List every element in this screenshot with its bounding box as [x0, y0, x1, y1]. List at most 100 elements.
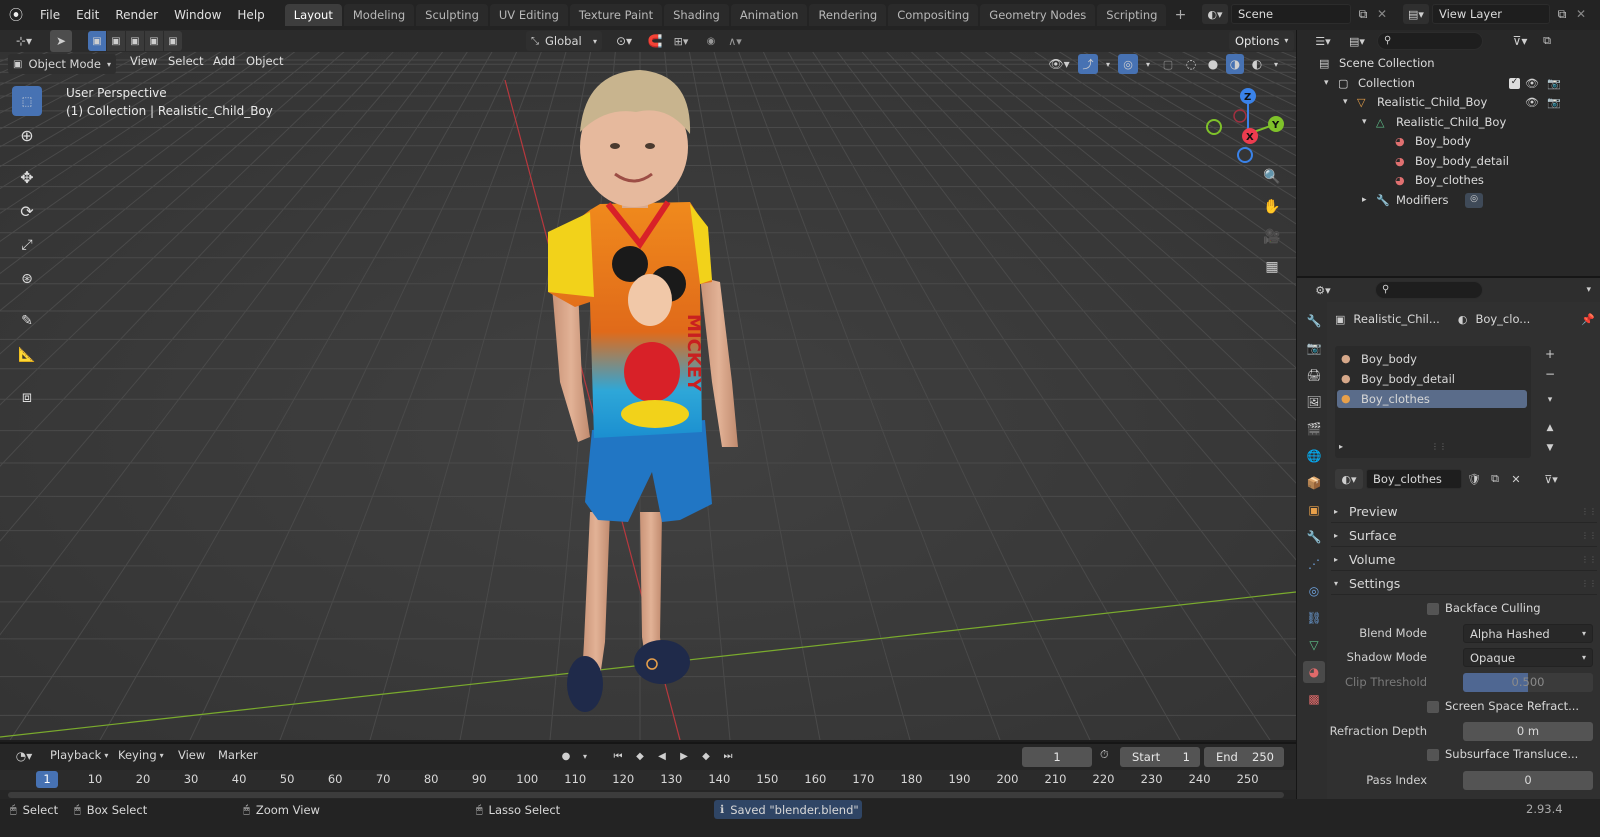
- rotate-tool-icon[interactable]: ⟳: [12, 196, 42, 226]
- panel-volume[interactable]: ▸ Volume ⋮⋮: [1331, 549, 1597, 571]
- visibility-eye-icon[interactable]: 👁: [1525, 93, 1539, 113]
- scene-tab-icon[interactable]: 🎬: [1303, 418, 1325, 440]
- outliner-row[interactable]: ◕ Boy_body_detail: [1297, 152, 1600, 172]
- play-icon[interactable]: ▶: [674, 746, 694, 766]
- overlay-toggle-icon[interactable]: ◎: [1118, 54, 1138, 74]
- backface-culling-checkbox[interactable]: [1427, 603, 1439, 615]
- outliner-search-input[interactable]: ⚲: [1377, 32, 1483, 50]
- zoom-icon[interactable]: 🔍: [1260, 166, 1284, 188]
- add-slot-icon[interactable]: +: [1541, 346, 1559, 362]
- outliner-row[interactable]: ▤ Scene Collection: [1297, 54, 1600, 74]
- panel-preview[interactable]: ▸ Preview ⋮⋮: [1331, 501, 1597, 523]
- select-box-tool-icon[interactable]: ⬚: [12, 86, 42, 116]
- snap-icon[interactable]: 🧲: [644, 31, 666, 51]
- viewport-menu-select[interactable]: Select: [160, 49, 211, 73]
- render-camera-icon[interactable]: 📷: [1547, 74, 1561, 94]
- view-layer-icon[interactable]: ▤▾: [1403, 4, 1429, 24]
- add-workspace-icon[interactable]: +: [1170, 7, 1190, 23]
- display-mode-icon[interactable]: ▤▾: [1343, 35, 1371, 48]
- render-camera-icon[interactable]: 📷: [1547, 93, 1561, 113]
- select-intersect-icon[interactable]: ▣: [164, 31, 182, 51]
- move-slot-up-icon[interactable]: ▲: [1541, 420, 1559, 436]
- panel-drag-handle-icon[interactable]: ⋮⋮: [1581, 573, 1597, 594]
- subsurface-translucency-checkbox[interactable]: [1427, 749, 1439, 761]
- panel-settings[interactable]: ▾ Settings ⋮⋮: [1331, 573, 1597, 595]
- modifier-tab-icon[interactable]: 🔧: [1303, 526, 1325, 548]
- timeline-editor-icon[interactable]: ◔▾: [8, 746, 40, 766]
- material-shading-icon[interactable]: ◑: [1226, 54, 1244, 74]
- disclosure-arrow-icon[interactable]: ▾: [1324, 74, 1329, 94]
- workspace-tab-sculpting[interactable]: Sculpting: [416, 4, 488, 26]
- gizmo-dropdown-icon[interactable]: ▾: [1102, 60, 1114, 69]
- outliner-row[interactable]: ◕ Boy_clothes: [1297, 171, 1600, 191]
- list-resize-grip-icon[interactable]: ⋮⋮: [1431, 442, 1447, 451]
- browse-material-icon[interactable]: ◐▾: [1335, 469, 1363, 489]
- node-link-icon[interactable]: ⊽▾: [1538, 469, 1564, 489]
- move-tool-icon[interactable]: ✥: [12, 162, 42, 192]
- status-message[interactable]: ℹ Saved "blender.blend": [714, 800, 862, 819]
- pivot-point-icon[interactable]: ⊙▾: [608, 31, 640, 51]
- solid-shading-icon[interactable]: ●: [1204, 54, 1222, 74]
- exclude-checkbox[interactable]: ✓: [1509, 77, 1520, 89]
- scene-field[interactable]: Scene: [1231, 4, 1351, 24]
- perspective-toggle-icon[interactable]: ▦: [1260, 256, 1284, 278]
- new-view-layer-icon[interactable]: ⧉: [1553, 7, 1571, 22]
- record-icon[interactable]: ●: [556, 746, 576, 766]
- menu-edit[interactable]: Edit: [68, 0, 107, 30]
- clip-threshold-slider[interactable]: 0.500: [1463, 673, 1593, 692]
- jump-keyframe-forward-icon[interactable]: ◆: [696, 746, 716, 766]
- shadow-mode-dropdown[interactable]: Opaque ▾: [1463, 648, 1593, 667]
- end-frame-field[interactable]: End 250: [1204, 747, 1284, 767]
- output-tab-icon[interactable]: 🖨: [1303, 364, 1325, 386]
- add-cube-tool-icon[interactable]: ⧈: [12, 382, 42, 412]
- menu-file[interactable]: File: [32, 0, 68, 30]
- properties-editor-icon[interactable]: ⚙▾: [1309, 284, 1337, 297]
- menu-help[interactable]: Help: [229, 0, 272, 30]
- unlink-material-icon[interactable]: ✕: [1507, 469, 1525, 489]
- overlay-dropdown-icon[interactable]: ▾: [1142, 60, 1154, 69]
- outliner-row[interactable]: ▾ △ Realistic_Child_Boy: [1297, 113, 1600, 133]
- panel-surface[interactable]: ▸ Surface ⋮⋮: [1331, 525, 1597, 547]
- disclosure-arrow-icon[interactable]: ▾: [1343, 93, 1348, 113]
- cursor-tool-icon[interactable]: ⊕: [12, 120, 42, 150]
- timeline-menu-marker[interactable]: Marker: [218, 748, 258, 762]
- pan-hand-icon[interactable]: ✋: [1260, 196, 1284, 218]
- disclosure-arrow-icon[interactable]: ▸: [1362, 191, 1367, 211]
- delete-view-layer-icon[interactable]: ✕: [1574, 7, 1588, 21]
- texture-tab-icon[interactable]: ▩: [1303, 688, 1325, 710]
- workspace-tab-shading[interactable]: Shading: [664, 4, 729, 26]
- screen-space-refraction-checkbox[interactable]: [1427, 701, 1439, 713]
- menu-window[interactable]: Window: [166, 0, 229, 30]
- select-new-icon[interactable]: ▣: [88, 31, 106, 51]
- start-frame-field[interactable]: Start 1: [1120, 747, 1200, 767]
- jump-start-icon[interactable]: ⏮: [608, 746, 628, 766]
- modifier-badge-icon[interactable]: ◎: [1465, 192, 1483, 208]
- panel-drag-handle-icon[interactable]: ⋮⋮: [1581, 549, 1597, 570]
- particles-tab-icon[interactable]: ⋰: [1303, 553, 1325, 575]
- new-collection-icon[interactable]: ⧉: [1539, 34, 1555, 48]
- jump-keyframe-back-icon[interactable]: ◆: [630, 746, 650, 766]
- visibility-eye-icon[interactable]: 👁: [1525, 74, 1539, 94]
- workspace-tab-modeling[interactable]: Modeling: [343, 4, 415, 26]
- fake-user-icon[interactable]: 🛡: [1465, 469, 1483, 489]
- keying-menu[interactable]: Keying ▾: [118, 748, 164, 762]
- transform-tool-icon[interactable]: ⊛: [12, 264, 42, 294]
- visibility-icon[interactable]: 👁▾: [1044, 54, 1074, 74]
- select-tool-icon[interactable]: ➤: [50, 30, 72, 52]
- new-scene-icon[interactable]: ⧉: [1354, 7, 1372, 22]
- select-subtract-icon[interactable]: ▣: [126, 31, 144, 51]
- options-dropdown[interactable]: Options ▾: [1229, 31, 1295, 51]
- panel-drag-handle-icon[interactable]: ⋮⋮: [1581, 501, 1597, 522]
- object-tab-icon[interactable]: ▣: [1303, 499, 1325, 521]
- refraction-depth-field[interactable]: 0 m: [1463, 722, 1593, 741]
- camera-view-icon[interactable]: 🎥: [1260, 226, 1284, 248]
- workspace-tab-compositing[interactable]: Compositing: [888, 4, 979, 26]
- mode-dropdown[interactable]: ▣ Object Mode ▾: [8, 54, 116, 74]
- expand-list-icon[interactable]: ▸: [1339, 442, 1343, 451]
- view-layer-field[interactable]: View Layer: [1432, 4, 1550, 24]
- rendered-shading-icon[interactable]: ◐: [1248, 54, 1266, 74]
- world-tab-icon[interactable]: 🌐: [1303, 445, 1325, 467]
- select-invert-icon[interactable]: ▣: [145, 31, 163, 51]
- blend-mode-dropdown[interactable]: Alpha Hashed ▾: [1463, 624, 1593, 643]
- playhead[interactable]: 1: [36, 771, 58, 788]
